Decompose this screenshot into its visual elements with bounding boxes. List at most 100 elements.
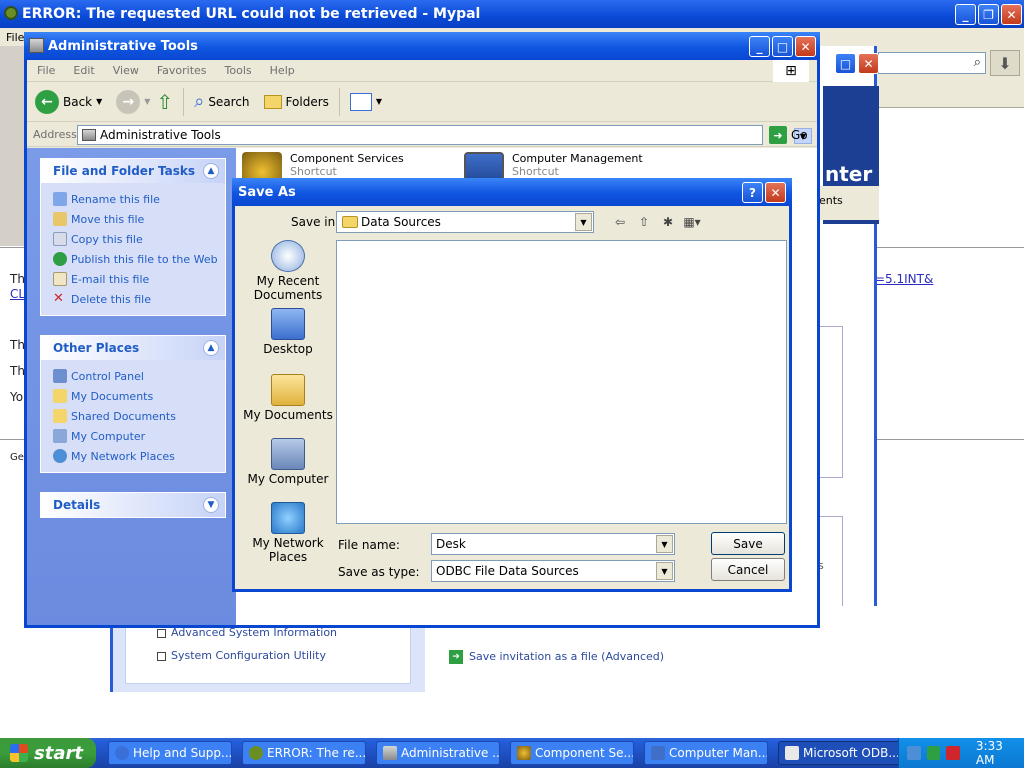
chevron-down-icon[interactable]: ▼ [656, 535, 673, 553]
place-desktop[interactable]: Desktop [241, 308, 335, 356]
place-my-network[interactable]: My Network Places [241, 502, 335, 564]
clock[interactable]: 3:33 AM [976, 739, 1024, 767]
help-icon [115, 746, 129, 760]
help-tab[interactable]: ents [813, 186, 879, 220]
windows-flag-icon [10, 744, 28, 762]
cancel-button[interactable]: Cancel [711, 558, 785, 581]
help-button[interactable]: ? [742, 182, 763, 203]
task-delete[interactable]: ✕ Delete this file [53, 289, 225, 309]
tool-label: System Configuration Utility [171, 649, 326, 662]
start-button[interactable]: start [0, 738, 96, 768]
back-arrow-icon[interactable]: ⇦ [611, 214, 629, 230]
address-input[interactable]: Administrative Tools ▼ [77, 125, 812, 145]
file-folder-tasks-box: File and Folder Tasks ▲ Rename this file… [40, 158, 226, 316]
odbc-icon [785, 746, 799, 760]
menu-help[interactable]: Help [270, 64, 295, 77]
search-label: Search [208, 94, 250, 109]
file-name-input[interactable]: Desk ▼ [431, 533, 675, 555]
folders-label: Folders [285, 94, 329, 109]
task-email[interactable]: E-mail this file [53, 269, 225, 289]
chevron-down-icon[interactable]: ▼ [656, 562, 673, 580]
place-my-computer[interactable]: My Computer [53, 426, 225, 446]
details-header[interactable]: Details ▼ [41, 493, 225, 517]
network-tray-icon[interactable] [907, 746, 921, 760]
task-component-services[interactable]: Component Se... [510, 741, 634, 765]
close-button[interactable]: ✕ [1001, 4, 1022, 25]
chevron-up-icon[interactable]: ▲ [203, 340, 219, 356]
place-label: Control Panel [71, 369, 144, 383]
my-documents-icon [271, 374, 305, 406]
up-folder-button[interactable]: ⇧ [156, 90, 173, 114]
task-move[interactable]: Move this file [53, 209, 225, 229]
up-folder-icon: ⇧ [156, 89, 174, 114]
menu-favorites[interactable]: Favorites [157, 64, 207, 77]
page-link[interactable]: =5.1INT& [875, 272, 933, 286]
place-my-documents[interactable]: My Documents [53, 386, 225, 406]
task-help-support[interactable]: Help and Supp... [108, 741, 232, 765]
chevron-down-icon: ▼ [144, 97, 151, 106]
close-button[interactable]: ✕ [795, 36, 816, 57]
save-in-combo[interactable]: Data Sources ▼ [336, 211, 594, 233]
task-rename[interactable]: Rename this file [53, 189, 225, 209]
chevron-down-icon[interactable]: ▼ [575, 213, 592, 231]
place-my-documents[interactable]: My Documents [241, 374, 335, 422]
place-my-network[interactable]: My Network Places [53, 446, 225, 466]
save-invitation-link[interactable]: ➜ Save invitation as a file (Advanced) [449, 650, 664, 664]
views-button[interactable]: ▼ [349, 92, 382, 111]
place-my-computer[interactable]: My Computer [241, 438, 335, 486]
task-browser[interactable]: ERROR: The re... [242, 741, 366, 765]
chevron-down-icon[interactable]: ▼ [203, 497, 219, 513]
component-services-icon [517, 746, 531, 760]
minimize-button[interactable]: _ [749, 36, 770, 57]
tool-link[interactable]: System Configuration Utility [157, 649, 326, 662]
view-menu-icon[interactable]: ▦▾ [683, 214, 701, 230]
save-button[interactable]: Save [711, 532, 785, 555]
file-list[interactable] [336, 240, 787, 524]
forward-button[interactable]: → ▼ [116, 89, 151, 114]
new-folder-icon[interactable]: ✱ [659, 214, 677, 230]
minimize-button[interactable]: _ [955, 4, 976, 25]
security-shield-icon[interactable] [946, 746, 960, 760]
menu-file[interactable]: File [6, 31, 24, 44]
save-in-label: Save in: [291, 215, 340, 229]
back-button[interactable]: ← Back ▼ [35, 89, 103, 114]
task-odbc[interactable]: Microsoft ODB... [778, 741, 902, 765]
task-publish[interactable]: Publish this file to the Web [53, 249, 225, 269]
place-recent-documents[interactable]: My Recent Documents [241, 240, 335, 302]
maximize-button[interactable]: □ [772, 36, 793, 57]
task-admin-tools[interactable]: Administrative ... [376, 741, 500, 765]
other-places-header[interactable]: Other Places ▲ [41, 336, 225, 360]
save-type-select[interactable]: ODBC File Data Sources ▼ [431, 560, 675, 582]
menu-edit[interactable]: Edit [73, 64, 94, 77]
download-icon[interactable]: ⬇ [990, 50, 1020, 76]
admin-toolbar: ← Back ▼ → ▼ ⇧ ⌕ Search Folders ▼ [27, 82, 817, 122]
restore-button[interactable]: ❐ [978, 4, 999, 25]
chevron-down-icon: ▼ [96, 97, 103, 106]
task-label: Administrative ... [401, 746, 500, 760]
place-shared-documents[interactable]: Shared Documents [53, 406, 225, 426]
folders-button[interactable]: Folders [263, 94, 329, 109]
chevron-up-icon[interactable]: ▲ [203, 163, 219, 179]
up-folder-icon[interactable]: ⇧ [635, 214, 653, 230]
go-button[interactable]: ➜ Go [769, 126, 808, 144]
mypal-icon [4, 6, 18, 20]
search-input[interactable]: ⌕ [878, 52, 986, 74]
page-link[interactable]: CL [10, 287, 25, 301]
page-text: Yo [10, 390, 24, 404]
taskbar: start Help and Supp... ERROR: The re... … [0, 738, 1024, 768]
search-button[interactable]: ⌕ Search [194, 91, 249, 112]
sound-tray-icon[interactable] [926, 746, 941, 760]
maximize-button[interactable]: □ [835, 53, 856, 74]
file-folder-tasks-header[interactable]: File and Folder Tasks ▲ [41, 159, 225, 183]
menu-file[interactable]: File [37, 64, 55, 77]
browser-titlebar: ERROR: The requested URL could not be re… [0, 0, 1024, 28]
task-copy[interactable]: Copy this file [53, 229, 225, 249]
close-button[interactable]: ✕ [765, 182, 786, 203]
task-computer-management[interactable]: Computer Man... [644, 741, 768, 765]
menu-view[interactable]: View [113, 64, 139, 77]
place-control-panel[interactable]: Control Panel [53, 366, 225, 386]
close-button[interactable]: ✕ [858, 53, 879, 74]
place-label: My Recent Documents [253, 274, 323, 302]
recent-documents-icon [271, 240, 305, 272]
menu-tools[interactable]: Tools [225, 64, 252, 77]
